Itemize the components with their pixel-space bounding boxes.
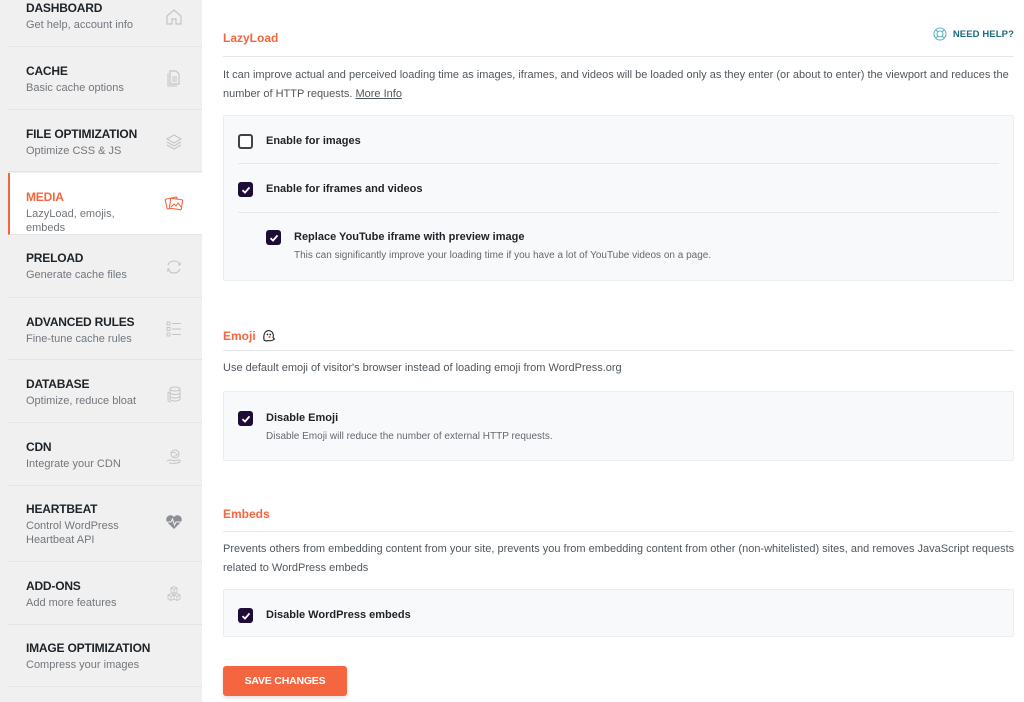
document-icon (167, 70, 180, 87)
option-label: Enable for iframes and videos (266, 183, 423, 195)
sidebar-item-heartbeat[interactable]: HEARTBEAT Control WordPress Heartbeat AP… (8, 486, 202, 562)
sidebar-item-database[interactable]: DATABASE Optimize, reduce bloat (8, 360, 202, 423)
embeds-description: Prevents others from embedding content f… (223, 543, 1015, 574)
need-help-label: NEED HELP? (952, 28, 1014, 40)
sidebar-item-title: ADD-ONS (26, 579, 81, 593)
more-info-link[interactable]: More Info (355, 88, 401, 100)
emoji-description: Use default emoji of visitor's browser i… (223, 362, 622, 374)
youtube-preview-checkbox[interactable] (266, 230, 281, 245)
option-help: Disable Emoji will reduce the number of … (266, 431, 553, 442)
sidebar-item-title: MEDIA (26, 190, 64, 204)
disable-embeds-checkbox[interactable] (238, 608, 253, 623)
option-divider (238, 163, 999, 164)
lazyload-options-panel: Enable for images Enable for iframes and… (223, 115, 1014, 281)
home-icon (166, 9, 182, 25)
option-divider (238, 212, 999, 213)
emoji-options-panel: Disable Emoji Disable Emoji will reduce … (223, 391, 1014, 461)
refresh-icon (167, 260, 181, 274)
sidebar-item-subtitle: Basic cache options (26, 82, 124, 94)
check-icon (269, 234, 278, 242)
sidebar-item-preload[interactable]: PRELOAD Generate cache files (8, 235, 202, 298)
lifebuoy-icon (933, 27, 947, 41)
sidebar: DASHBOARD Get help, account info CACHE B… (0, 0, 202, 702)
option-enable-images[interactable]: Enable for images (238, 134, 361, 149)
option-disable-embeds[interactable]: Disable WordPress embeds (238, 608, 411, 623)
sidebar-item-title: CACHE (26, 64, 68, 78)
sidebar-item-subtitle: LazyLoad, emojis, embeds (26, 208, 115, 234)
sidebar-item-subtitle: Get help, account info (26, 19, 134, 31)
sidebar-item-subtitle: Optimize CSS & JS (26, 145, 122, 157)
sidebar-item-subtitle: Fine-tune cache rules (26, 333, 132, 345)
globe-hand-icon (166, 449, 181, 464)
sidebar-item-dashboard[interactable]: DASHBOARD Get help, account info (8, 0, 202, 47)
option-label: Disable Emoji (266, 412, 339, 424)
sidebar-item-subtitle: Optimize, reduce bloat (26, 395, 137, 407)
sidebar-item-title: DASHBOARD (26, 1, 103, 15)
option-help: This can significantly improve your load… (294, 250, 712, 261)
enable-images-checkbox[interactable] (238, 134, 253, 149)
enable-iframes-checkbox[interactable] (238, 182, 253, 197)
sidebar-item-title: DATABASE (26, 377, 90, 391)
sidebar-item-title: PRELOAD (26, 251, 84, 265)
option-youtube-preview[interactable]: Replace YouTube iframe with preview imag… (266, 230, 711, 262)
section-divider (223, 531, 1014, 532)
lazyload-title: LazyLoad (223, 31, 279, 45)
emoji-title: Emoji (223, 328, 276, 343)
database-icon (167, 386, 181, 403)
sidebar-item-subtitle: Generate cache files (26, 269, 127, 281)
checklist-icon (166, 321, 181, 337)
option-label: Disable WordPress embeds (266, 609, 411, 621)
sidebar-item-subtitle: Integrate your CDN (26, 458, 121, 470)
sidebar-item-title: FILE OPTIMIZATION (26, 127, 138, 141)
heartbeat-icon (166, 515, 182, 529)
sidebar-item-title: ADVANCED RULES (26, 315, 135, 329)
need-help-link[interactable]: NEED HELP? (933, 27, 1014, 41)
option-label: Replace YouTube iframe with preview imag… (294, 231, 525, 243)
sidebar-item-title: HEARTBEAT (26, 502, 98, 516)
embeds-options-panel: Disable WordPress embeds (223, 589, 1014, 637)
section-divider (223, 350, 1014, 351)
sidebar-item-media[interactable]: MEDIA LazyLoad, emojis, embeds (8, 173, 202, 235)
ghost-emoji-icon (262, 330, 275, 342)
section-divider (223, 56, 1014, 57)
cubes-icon (167, 586, 181, 602)
disable-emoji-checkbox[interactable] (238, 411, 253, 426)
check-icon (241, 612, 250, 620)
sidebar-item-cdn[interactable]: CDN Integrate your CDN (8, 423, 202, 486)
layers-icon (165, 134, 183, 150)
sidebar-item-advanced-rules[interactable]: ADVANCED RULES Fine-tune cache rules (8, 298, 202, 360)
option-enable-iframes[interactable]: Enable for iframes and videos (238, 182, 423, 197)
emoji-title-text: Emoji (223, 328, 256, 343)
sidebar-item-subtitle: Add more features (26, 597, 117, 609)
save-changes-button[interactable]: SAVE CHANGES (223, 666, 347, 696)
check-icon (241, 415, 250, 423)
lazyload-description-text: It can improve actual and perceived load… (223, 69, 1009, 100)
sidebar-item-cache[interactable]: CACHE Basic cache options (8, 47, 202, 110)
option-label: Enable for images (266, 135, 361, 147)
sidebar-item-file-optimization[interactable]: FILE OPTIMIZATION Optimize CSS & JS (8, 110, 202, 172)
sidebar-item-title: IMAGE OPTIMIZATION (26, 641, 151, 655)
sidebar-item-image-optimization[interactable]: IMAGE OPTIMIZATION Compress your images (8, 625, 202, 687)
check-icon (241, 186, 250, 194)
sidebar-item-subtitle: Compress your images (26, 659, 140, 671)
lazyload-description: It can improve actual and perceived load… (223, 66, 1023, 104)
embeds-title: Embeds (223, 507, 270, 521)
sidebar-item-title: CDN (26, 440, 52, 454)
sidebar-item-add-ons[interactable]: ADD-ONS Add more features (8, 562, 202, 625)
images-icon (164, 196, 184, 211)
option-disable-emoji[interactable]: Disable Emoji Disable Emoji will reduce … (238, 411, 553, 443)
sidebar-item-subtitle: Control WordPress Heartbeat API (26, 520, 119, 546)
